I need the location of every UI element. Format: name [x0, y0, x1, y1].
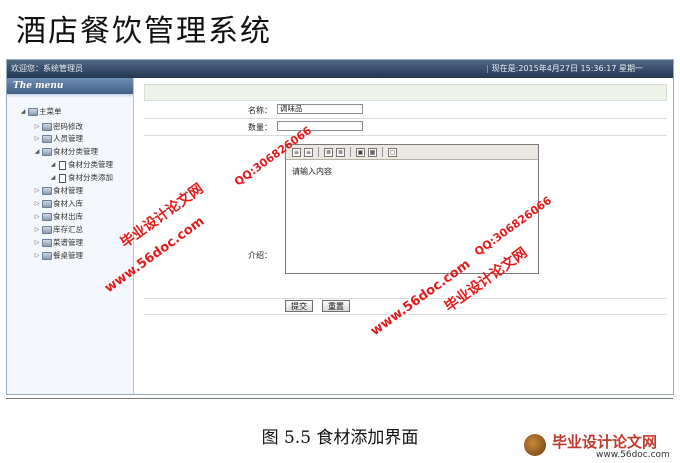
site-logo: 毕业设计论文网 www.56doc.com: [516, 428, 680, 463]
sidebar-item[interactable]: ▷ 人员管理: [33, 133, 83, 145]
welcome-text: 欢迎您：系统管理员: [11, 64, 83, 73]
divider-icon: |: [485, 64, 489, 73]
sidebar-item-label: 食材入库: [53, 199, 83, 208]
quantity-label: 数量：: [248, 123, 272, 132]
sidebar-item[interactable]: ◢ 主菜单: [19, 106, 62, 118]
name-row: 名称：: [144, 101, 667, 119]
sidebar-item-label: 食材出库: [53, 212, 83, 221]
top-bar: 欢迎您：系统管理员 | 现在是:2015年4月27日 15:36:17 星期一: [7, 60, 673, 78]
datetime-text: 现在是:2015年4月27日 15:36:17 星期一: [491, 64, 643, 73]
collapsed-toggle-icon[interactable]: ▷: [33, 198, 41, 210]
reset-button[interactable]: 重置: [322, 300, 350, 312]
folder-icon: [42, 200, 52, 208]
sidebar-item-label: 菜谱管理: [53, 238, 83, 247]
expanded-toggle-icon[interactable]: ◢: [49, 159, 57, 171]
sidebar-item-label: 密码修改: [53, 122, 83, 131]
document-icon: [59, 173, 66, 183]
sidebar-item-label: 库存汇总: [53, 225, 83, 234]
menu-header-shadow: [7, 94, 133, 98]
sidebar-item-label: 食材分类管理: [68, 160, 113, 169]
collapsed-toggle-icon[interactable]: ▷: [33, 133, 41, 145]
editor-placeholder[interactable]: 请输入内容: [292, 166, 332, 177]
folder-icon: [42, 252, 52, 260]
sidebar: The menu ◢ 主菜单 ▷ 密码修改 ▷ 人员管理 ◢ 食材分类管理 ◢ 食材分类管理 ◢ 食材…: [7, 78, 134, 394]
sidebar-item[interactable]: ◢ 食材分类管理: [33, 146, 98, 158]
datetime-display: | 现在是:2015年4月27日 15:36:17 星期一: [486, 60, 643, 78]
sidebar-item[interactable]: ▷ 食材入库: [33, 198, 83, 210]
editor-toolbar: ≡ ≡ ≣ ≣ ▣ ▦ ◻: [286, 145, 538, 160]
form-header-strip: [144, 84, 667, 101]
sidebar-item[interactable]: ▷ 餐桌管理: [33, 250, 83, 262]
sidebar-item-label: 食材分类添加: [68, 173, 113, 182]
collapsed-toggle-icon[interactable]: ▷: [33, 224, 41, 236]
folder-icon: [42, 135, 52, 143]
submit-button[interactable]: 提交: [285, 300, 313, 312]
folder-icon: [42, 148, 52, 156]
menu-header: The menu: [7, 78, 133, 94]
sidebar-item-label: 人员管理: [53, 134, 83, 143]
expanded-toggle-icon[interactable]: ◢: [49, 172, 57, 184]
collapsed-toggle-icon[interactable]: ▷: [33, 237, 41, 249]
sidebar-item-label: 食材管理: [53, 186, 83, 195]
ordered-list-icon[interactable]: ≣: [324, 147, 333, 157]
source-code-icon[interactable]: ◻: [388, 147, 397, 157]
page-title: 酒店餐饮管理系统: [16, 14, 272, 49]
sidebar-item[interactable]: ◢ 食材分类添加: [49, 172, 113, 184]
sidebar-item[interactable]: ▷ 密码修改: [33, 121, 83, 133]
collapsed-toggle-icon[interactable]: ▷: [33, 211, 41, 223]
sidebar-item-label: 餐桌管理: [53, 251, 83, 260]
folder-icon: [42, 239, 52, 247]
name-input[interactable]: [277, 104, 363, 114]
toolbar-separator: [350, 147, 351, 157]
sidebar-item[interactable]: ▷ 食材管理: [33, 185, 83, 197]
align-left-icon[interactable]: ≡: [292, 147, 301, 157]
app-window: 欢迎您：系统管理员 | 现在是:2015年4月27日 15:36:17 星期一 T…: [6, 59, 674, 395]
align-center-icon[interactable]: ≡: [304, 147, 313, 157]
collapsed-toggle-icon[interactable]: ▷: [33, 121, 41, 133]
sidebar-item-label: 食材分类管理: [53, 147, 98, 156]
logo-emblem-icon: [524, 434, 546, 456]
insert-table-icon[interactable]: ▦: [368, 147, 377, 157]
document-icon: [59, 160, 66, 170]
folder-icon: [42, 226, 52, 234]
sidebar-item[interactable]: ▷ 食材出库: [33, 211, 83, 223]
quantity-row: 数量：: [144, 118, 667, 136]
sidebar-item[interactable]: ▷ 库存汇总: [33, 224, 83, 236]
insert-image-icon[interactable]: ▣: [356, 147, 365, 157]
logo-url: www.56doc.com: [596, 450, 670, 460]
intro-label: 介绍：: [248, 251, 272, 260]
collapsed-toggle-icon[interactable]: ▷: [33, 185, 41, 197]
rich-text-editor[interactable]: ≡ ≡ ≣ ≣ ▣ ▦ ◻ 请输入内容: [285, 144, 539, 274]
expanded-toggle-icon[interactable]: ◢: [33, 146, 41, 158]
collapsed-toggle-icon[interactable]: ▷: [33, 250, 41, 262]
name-label: 名称：: [248, 106, 272, 115]
add-ingredient-form: 名称： 数量： 介绍： ≡ ≡ ≣ ≣ ▣ ▦ ◻ 请输入内容: [144, 84, 667, 315]
logo-text: 毕业设计论文网: [552, 433, 658, 451]
quantity-input[interactable]: [277, 121, 363, 131]
sidebar-item[interactable]: ◢ 食材分类管理: [49, 159, 113, 171]
folder-icon: [42, 187, 52, 195]
unordered-list-icon[interactable]: ≣: [336, 147, 345, 157]
folder-icon: [42, 123, 52, 131]
folder-icon: [42, 213, 52, 221]
folder-icon: [28, 108, 38, 116]
toolbar-separator: [382, 147, 383, 157]
toolbar-separator: [318, 147, 319, 157]
sidebar-item[interactable]: ▷ 菜谱管理: [33, 237, 83, 249]
footer-divider: [6, 398, 673, 399]
buttons-row: [144, 298, 667, 315]
expanded-toggle-icon[interactable]: ◢: [19, 106, 27, 118]
sidebar-item-label: 主菜单: [39, 107, 62, 116]
